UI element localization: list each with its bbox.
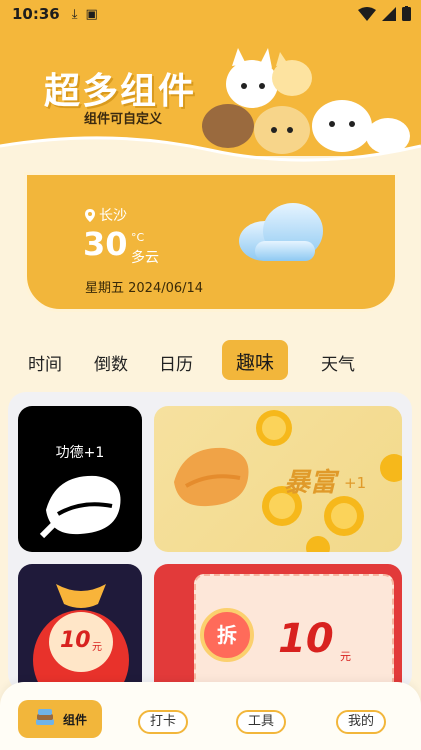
nav-tools[interactable]: 工具 bbox=[236, 710, 287, 734]
fortune-widget[interactable]: 暴富 +1 bbox=[154, 406, 402, 552]
widget-grid: 功德+1 暴富 +1 10 元 拆 10 元 bbox=[8, 392, 412, 692]
tab-weather[interactable]: 天气 bbox=[321, 350, 355, 375]
wifi-icon bbox=[358, 6, 376, 21]
tab-countdown[interactable]: 倒数 bbox=[94, 350, 128, 375]
app-notification-icon: ▣ bbox=[85, 6, 98, 22]
red-packet-unit: 元 bbox=[340, 650, 351, 663]
wooden-fish-icon bbox=[39, 475, 121, 539]
weather-city: 长沙 bbox=[99, 208, 127, 224]
nav-mine[interactable]: 我的 bbox=[336, 710, 387, 734]
weather-location: 长沙 bbox=[85, 205, 127, 225]
weather-date: 星期五 2024/06/14 bbox=[85, 281, 204, 296]
red-packet-amount: 10 bbox=[278, 616, 334, 662]
status-bar: 10:36 ⤓ ▣ bbox=[0, 0, 421, 28]
weather-temperature: 30 bbox=[83, 225, 128, 263]
weather-widget[interactable]: 长沙 30 °C 多云 星期五 2024/06/14 bbox=[24, 172, 398, 312]
lucky-bag-unit: 元 bbox=[92, 642, 102, 653]
battery-icon bbox=[402, 6, 411, 21]
layers-icon bbox=[35, 709, 54, 725]
cloud-icon bbox=[239, 203, 323, 261]
nav-widgets[interactable]: 组件 bbox=[18, 700, 102, 738]
banner-subtitle: 组件可自定义 bbox=[84, 112, 163, 127]
lucky-bag-amount: 10 bbox=[60, 628, 91, 653]
download-icon: ⤓ bbox=[71, 6, 78, 22]
open-packet-button[interactable]: 拆 bbox=[200, 608, 254, 662]
status-time: 10:36 bbox=[12, 5, 60, 23]
tab-calendar[interactable]: 日历 bbox=[159, 350, 193, 375]
red-packet-widget[interactable]: 拆 10 元 bbox=[154, 564, 402, 692]
fortune-label: 暴富 bbox=[284, 468, 337, 498]
merit-label: 功德+1 bbox=[55, 445, 105, 461]
tab-fun[interactable]: 趣味 bbox=[222, 340, 289, 380]
banner-wave bbox=[0, 136, 421, 176]
tab-time[interactable]: 时间 bbox=[28, 350, 62, 375]
signal-icon bbox=[382, 6, 396, 21]
weather-condition: 多云 bbox=[131, 250, 159, 266]
lucky-bag-widget[interactable]: 10 元 bbox=[18, 564, 142, 692]
weather-unit: °C bbox=[131, 231, 145, 244]
status-icons bbox=[358, 6, 411, 21]
nav-widgets-label: 组件 bbox=[62, 712, 87, 727]
nav-checkin[interactable]: 打卡 bbox=[138, 710, 189, 734]
location-pin-icon bbox=[85, 208, 95, 222]
banner-title: 超多组件 bbox=[44, 71, 197, 112]
fortune-plus: +1 bbox=[344, 474, 367, 492]
bottom-navigation: 组件 打卡 工具 我的 bbox=[0, 682, 421, 750]
merit-widget[interactable]: 功德+1 bbox=[18, 406, 142, 552]
category-tabs: 时间 倒数 日历 趣味 天气 bbox=[0, 340, 421, 380]
